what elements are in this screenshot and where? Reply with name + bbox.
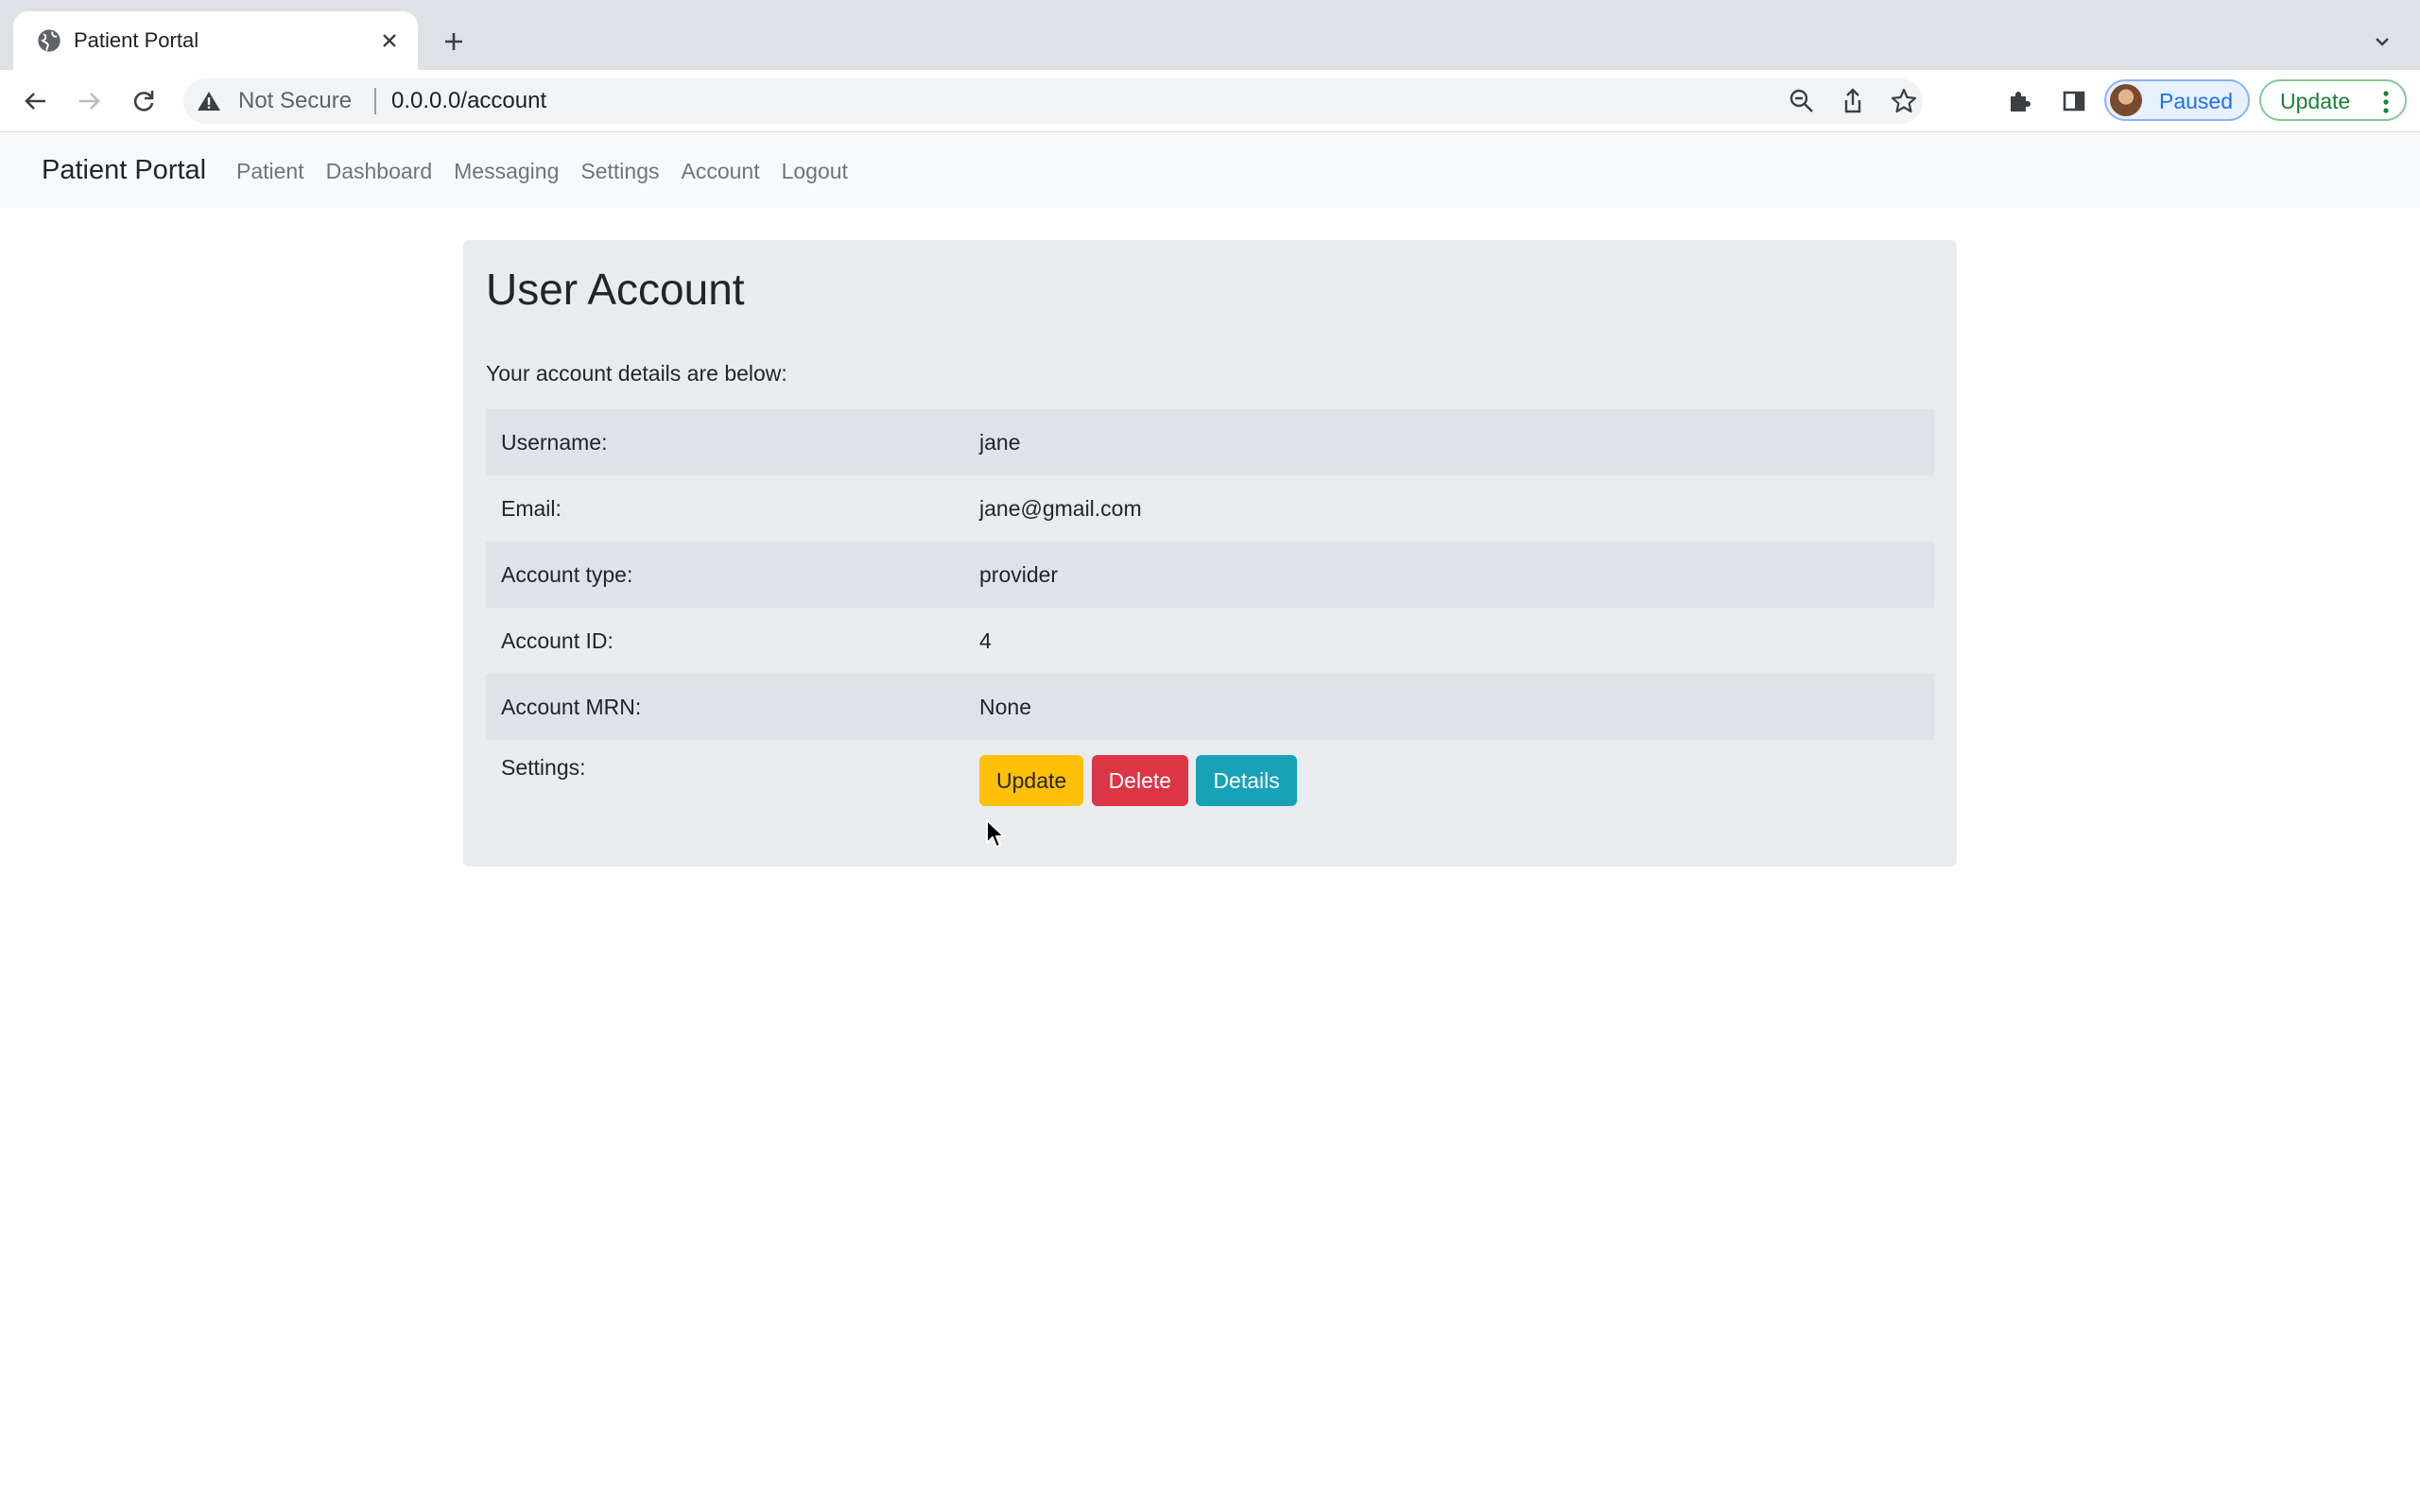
browser-toolbar: Not Secure 0.0.0.0/account Paused Update [0, 70, 2420, 132]
account-card: User Account Your account details are be… [463, 240, 1957, 867]
update-account-button[interactable]: Update [979, 755, 1084, 806]
star-icon[interactable] [1889, 86, 1919, 116]
avatar [2110, 84, 2142, 116]
more-vertical-icon [2383, 91, 2389, 113]
url-text[interactable]: 0.0.0.0/account [391, 88, 546, 114]
email-value: jane@gmail.com [979, 495, 1142, 521]
puzzle-icon [2011, 92, 2031, 112]
omnibox-divider [374, 88, 376, 114]
tab-search-button[interactable] [2367, 26, 2397, 57]
tab-close-button[interactable] [374, 26, 405, 56]
navbar-brand[interactable]: Patient Portal [42, 153, 206, 187]
plus-icon [445, 33, 462, 50]
address-bar[interactable]: Not Secure 0.0.0.0/account [183, 78, 1923, 124]
account-id-value: 4 [979, 627, 992, 653]
nav-link-messaging[interactable]: Messaging [454, 157, 559, 185]
globe-icon [38, 29, 60, 52]
nav-links: Patient Dashboard Messaging Settings Acc… [236, 157, 848, 185]
side-panel-icon [2063, 91, 2085, 112]
profile-button[interactable]: Paused [2104, 79, 2250, 121]
security-label[interactable]: Not Secure [238, 88, 352, 114]
table-row: Settings: Update Delete Details [486, 740, 1934, 806]
settings-actions: Update Delete Details [964, 740, 1934, 806]
table-row: Username: jane [486, 409, 1934, 475]
back-button[interactable] [17, 82, 55, 120]
zoom-icon[interactable] [1787, 86, 1817, 116]
nav-link-settings[interactable]: Settings [580, 157, 659, 185]
account-details-table: Username: jane Email: jane@gmail.com Acc… [486, 409, 1934, 806]
close-icon [383, 34, 396, 47]
account-id-label: Account ID: [501, 627, 614, 653]
side-panel-button[interactable] [2055, 82, 2093, 120]
reload-button[interactable] [125, 82, 163, 120]
account-type-value: provider [979, 561, 1059, 587]
table-row: Email: jane@gmail.com [486, 475, 1934, 541]
nav-link-patient[interactable]: Patient [236, 157, 304, 185]
browser-tab[interactable]: Patient Portal [13, 11, 418, 70]
browser-update-button[interactable]: Update [2259, 79, 2407, 121]
profile-status-label: Paused [2159, 89, 2234, 113]
username-value: jane [979, 429, 1021, 455]
browser-tabstrip: Patient Portal [0, 0, 2420, 70]
update-chip-label: Update [2280, 89, 2351, 113]
table-row: Account type: provider [486, 541, 1934, 608]
forward-button[interactable] [70, 82, 108, 120]
username-label: Username: [501, 429, 608, 455]
account-mrn-label: Account MRN: [501, 694, 642, 719]
tab-title: Patient Portal [74, 28, 199, 52]
nav-link-dashboard[interactable]: Dashboard [326, 157, 433, 185]
account-details-button[interactable]: Details [1196, 755, 1297, 806]
settings-label: Settings: [501, 755, 586, 780]
nav-link-account[interactable]: Account [681, 157, 759, 185]
account-mrn-value: None [979, 694, 1031, 719]
mouse-cursor-icon [986, 819, 1005, 848]
chevron-down-icon [2376, 38, 2389, 46]
table-row: Account MRN: None [486, 674, 1934, 740]
email-label: Email: [501, 495, 562, 521]
share-icon[interactable] [1838, 86, 1868, 116]
page-title: User Account [486, 265, 745, 314]
table-row: Account ID: 4 [486, 608, 1934, 674]
extensions-button[interactable] [2000, 82, 2038, 120]
nav-link-logout[interactable]: Logout [782, 157, 848, 185]
account-type-label: Account type: [501, 561, 633, 587]
delete-account-button[interactable]: Delete [1091, 755, 1189, 806]
new-tab-button[interactable] [435, 23, 473, 60]
warning-icon [198, 92, 220, 111]
arrow-right-icon [79, 93, 100, 110]
arrow-left-icon [25, 93, 45, 110]
reload-icon [133, 91, 154, 112]
site-navbar: Patient Portal Patient Dashboard Messagi… [0, 132, 2420, 208]
account-intro: Your account details are below: [486, 361, 787, 386]
